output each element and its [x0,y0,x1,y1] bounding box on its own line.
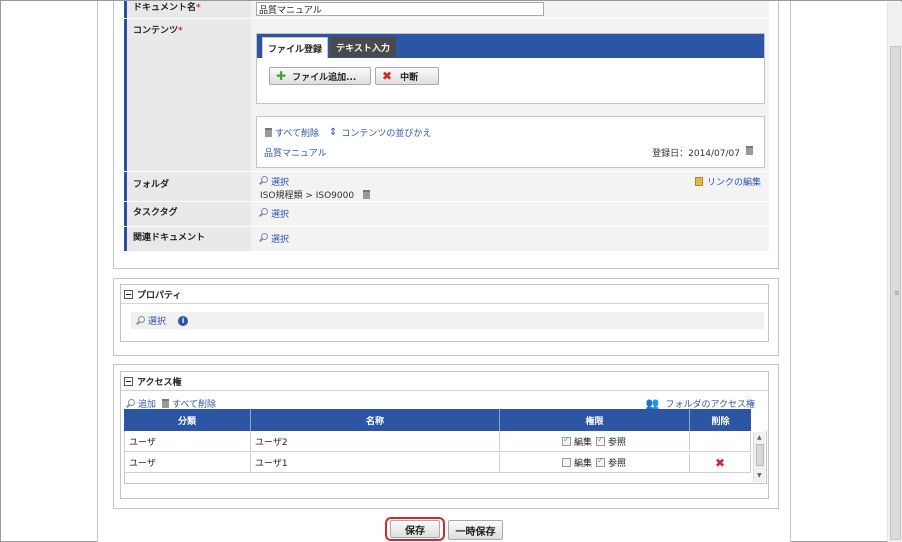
folder-label: フォルダ [124,172,251,201]
folder-select[interactable]: 選択 [258,175,289,188]
file-date: 登録日：2014/07/07 [652,149,740,159]
close-icon: ✖ [382,69,393,83]
related-documents-select[interactable]: 選択 [258,232,289,245]
temp-save-button[interactable]: 一時保存 [448,520,503,540]
folder-cell: 選択 ISO規程類 > ISO9000 リンクの編集 [251,172,769,201]
content-label: コンテンツ* [124,19,251,171]
document-name-label: ドキュメント名* [124,1,251,18]
file-link[interactable]: 品質マニュアル [264,146,327,159]
link-edit[interactable]: リンクの編集 [694,175,761,188]
table-row-permission: 編集 参照 [500,453,690,473]
search-icon [258,176,268,186]
save-button-face[interactable]: 保存 [390,520,440,538]
add-file-button[interactable]: ✚ ファイル追加... [269,67,371,85]
document-name-input[interactable] [256,2,544,16]
search-icon [125,398,135,409]
table-row-delete [690,432,751,452]
file-list-toolbar: すべて削除 ⇕ コンテンツの並びかえ [265,126,431,139]
collapse-icon[interactable] [124,376,133,386]
property-row: 選択 i [131,312,764,329]
plus-icon: ✚ [276,69,287,83]
access-table-scroll-thumb[interactable] [756,444,764,466]
table-row-type: ユーザ [124,432,251,452]
table-row-name: ユーザ2 [251,432,500,452]
page-scroll-thumb[interactable]: ≡ [890,46,901,540]
delete-row-icon[interactable]: ✖ [715,456,725,470]
search-icon [258,233,268,243]
tasktag-label: タスクタグ [124,202,251,226]
property-select-link[interactable]: 選択 [148,314,166,327]
search-icon [135,315,145,326]
trash-icon [265,128,272,137]
search-icon [258,208,268,218]
collapse-icon[interactable] [124,289,133,299]
table-row-type: ユーザ [124,453,251,473]
tasktag-select[interactable]: 選択 [258,207,289,220]
related-documents-cell: 選択 [251,227,769,251]
related-documents-label: 関連ドキュメント [124,227,251,251]
trash-icon [162,399,170,408]
delete-all-contents-link[interactable]: すべて削除 [275,126,319,139]
save-button[interactable]: 保存 [385,517,445,541]
scroll-down-icon[interactable]: ▼ [757,472,762,479]
table-row-delete: ✖ [690,453,751,473]
reorder-contents-link[interactable]: コンテンツの並びかえ [341,126,431,139]
edit-checkbox[interactable] [562,435,571,446]
tab-text-input[interactable]: テキスト入力 [330,37,396,57]
file-list-box: すべて削除 ⇕ コンテンツの並びかえ 品質マニュアル 登録日：2014/07/0… [256,116,765,168]
table-row-permission: 編集 参照 [500,432,690,452]
scroll-up-icon[interactable]: ▲ [757,434,762,441]
tab-file-upload[interactable]: ファイル登録 [262,37,328,58]
access-panel-header[interactable]: アクセス権 [121,372,768,391]
access-header-type: 分類 [124,409,251,431]
table-row-name: ユーザ1 [251,453,500,473]
page-scrollbar[interactable]: ≡ [887,2,902,542]
access-header-permission: 権限 [500,409,690,431]
document-name-cell [251,1,769,18]
browser-viewport: ドキュメント名* コンテンツ* ファイル登録 テキスト入力 ✚ファイル追加...… [0,0,902,542]
view-checkbox[interactable] [596,456,606,467]
edit-checkbox[interactable] [562,458,571,467]
view-checkbox[interactable] [596,435,606,446]
property-panel-header[interactable]: プロパティ [121,285,768,304]
scroll-grip-icon: ≡ [894,289,900,297]
file-trash-icon[interactable] [746,146,753,155]
access-table-scrollbar[interactable]: ▲ ▼ [753,432,765,482]
sort-icon: ⇕ [329,127,338,138]
info-icon[interactable]: i [178,315,189,326]
tasktag-cell: 選択 [251,202,769,226]
required-mark: * [178,26,183,36]
content-cell: ファイル登録 テキスト入力 ✚ ファイル追加... ✖ 中断 すべて削除 ⇕ コンテ… [251,19,769,171]
cancel-upload-button[interactable]: ✖ 中断 [375,67,439,85]
access-header-delete: 削除 [690,409,751,431]
folder-path: ISO規程類 > ISO9000 [260,188,373,201]
access-header-name: 名称 [251,409,500,431]
folder-trash-icon[interactable] [362,190,370,199]
property-panel: プロパティ 選択 i [120,284,769,342]
required-mark: * [196,3,201,13]
link-edit-icon [694,177,703,186]
